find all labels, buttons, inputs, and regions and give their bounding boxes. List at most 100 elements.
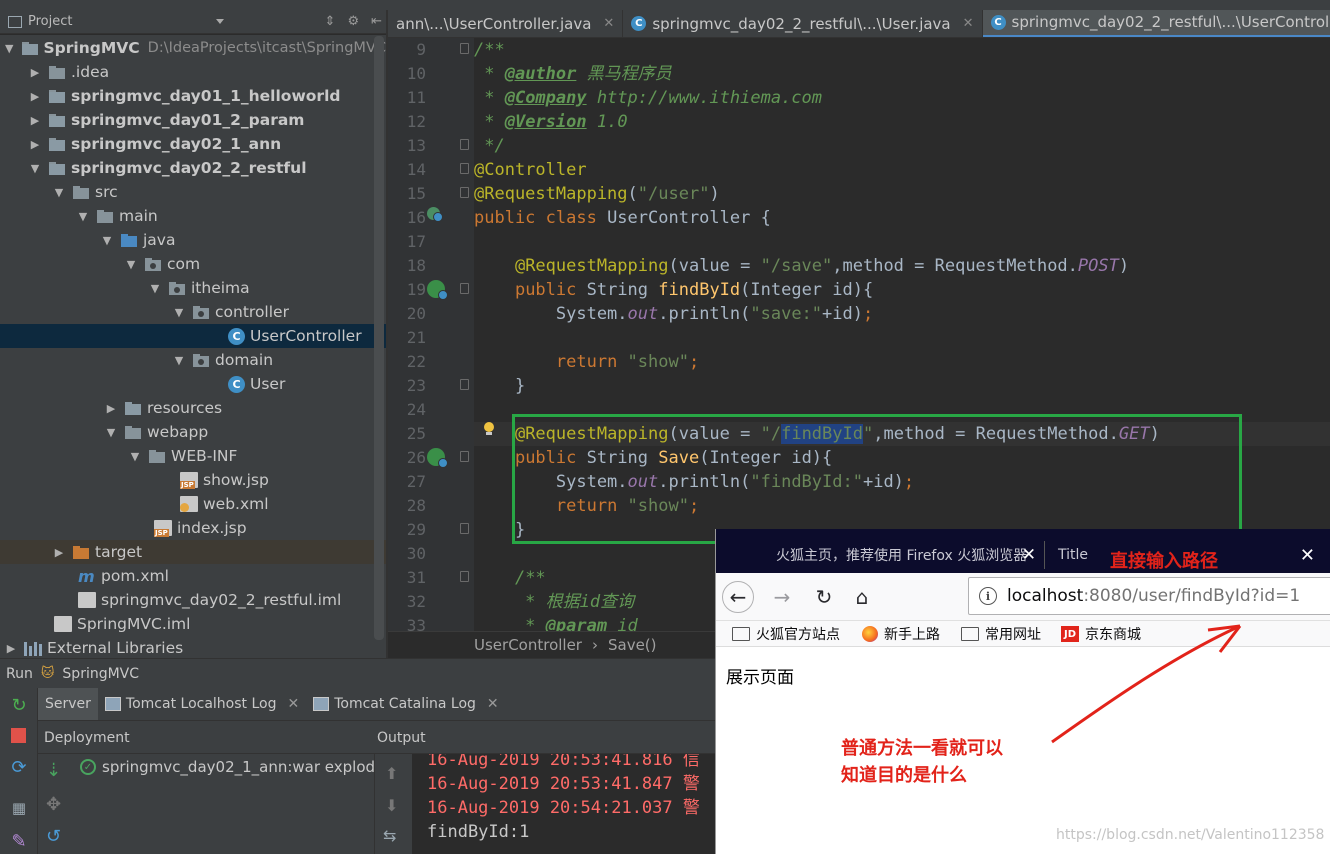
output-console[interactable]: 16-Aug-2019 20:53:41.816 信 16-Aug-2019 2… bbox=[412, 754, 715, 854]
tree-item-pom-xml[interactable]: m pom.xml bbox=[0, 564, 386, 588]
lightbulb-icon[interactable] bbox=[483, 422, 495, 436]
scroll-up-icon[interactable]: ⬆ bbox=[385, 764, 398, 783]
tab-restful-usercontroller[interactable]: C springmvc_day02_2_restful\...\UserCont… bbox=[982, 10, 1330, 37]
soft-wrap-icon[interactable]: ⇆ bbox=[383, 826, 396, 845]
bookmark-folder-common[interactable]: 常用网址 bbox=[961, 624, 1041, 644]
fold-marker-icon[interactable] bbox=[460, 523, 469, 534]
tree-item-day01-2[interactable]: ▶ springmvc_day01_2_param bbox=[0, 108, 386, 132]
deployment-item[interactable]: ✓ springmvc_day02_1_ann:war exploded bbox=[80, 758, 394, 776]
expanded-arrow-icon[interactable]: ▼ bbox=[76, 210, 90, 223]
expanded-arrow-icon[interactable]: ▼ bbox=[4, 42, 15, 55]
tree-item-web-inf[interactable]: ▼ WEB-INF bbox=[0, 444, 386, 468]
close-icon[interactable]: ✕ bbox=[603, 16, 614, 31]
chevron-down-icon[interactable] bbox=[216, 19, 224, 24]
close-icon[interactable]: ✕ bbox=[1022, 545, 1036, 565]
tree-item-user[interactable]: C User bbox=[0, 372, 386, 396]
tree-item-domain[interactable]: ▼ domain bbox=[0, 348, 386, 372]
tree-item-external-libraries[interactable]: ▶ External Libraries bbox=[0, 636, 386, 658]
expanded-arrow-icon[interactable]: ▼ bbox=[100, 234, 114, 247]
collapsed-arrow-icon[interactable]: ▶ bbox=[28, 114, 42, 127]
run-config-name[interactable]: SpringMVC bbox=[62, 666, 139, 682]
bookmark-getting-started[interactable]: 新手上路 bbox=[862, 624, 940, 644]
expanded-arrow-icon[interactable]: ▼ bbox=[52, 186, 66, 199]
rerun-icon[interactable]: ↻ bbox=[9, 696, 29, 716]
info-icon[interactable]: i bbox=[979, 587, 997, 605]
reload-button[interactable]: ↻ bbox=[808, 581, 840, 613]
collapsed-arrow-icon[interactable]: ▶ bbox=[28, 66, 42, 79]
expanded-arrow-icon[interactable]: ▼ bbox=[28, 162, 42, 175]
tree-item-day01-1[interactable]: ▶ springmvc_day01_1_helloworld bbox=[0, 84, 386, 108]
tree-item-day02-2[interactable]: ▼ springmvc_day02_2_restful bbox=[0, 156, 386, 180]
gear-icon[interactable]: ⚙ bbox=[347, 14, 359, 29]
expanded-arrow-icon[interactable]: ▼ bbox=[172, 354, 186, 367]
browser-tab-firefox-home[interactable]: 火狐主页，推荐使用 Firefox 火狐浏览器 ✕ bbox=[760, 537, 1040, 573]
back-button[interactable]: ← bbox=[722, 581, 754, 613]
move-icon[interactable]: ✥ bbox=[46, 794, 61, 815]
close-icon[interactable]: ✕ bbox=[1300, 545, 1315, 566]
tree-item-day02-1[interactable]: ▶ springmvc_day02_1_ann bbox=[0, 132, 386, 156]
tree-item-itheima[interactable]: ▼ itheima bbox=[0, 276, 386, 300]
tree-item-resources[interactable]: ▶ resources bbox=[0, 396, 386, 420]
deploy-icon[interactable]: ⇣ bbox=[46, 760, 61, 781]
fold-marker-icon[interactable] bbox=[460, 43, 469, 54]
expanded-arrow-icon[interactable]: ▼ bbox=[148, 282, 162, 295]
stop-icon[interactable] bbox=[9, 726, 29, 746]
bookmark-folder-firefox[interactable]: 火狐官方站点 bbox=[732, 624, 840, 644]
fold-marker-icon[interactable] bbox=[460, 283, 469, 294]
tree-item-springmvc[interactable]: ▼ SpringMVC D:\IdeaProjects\itcast\Sprin… bbox=[0, 36, 386, 60]
settings-icon[interactable]: ✎ bbox=[9, 832, 29, 852]
tab-ann-usercontroller[interactable]: ann\...\UserController.java ✕ bbox=[388, 10, 624, 37]
collapse-all-icon[interactable]: ⇕ bbox=[325, 14, 336, 29]
home-button[interactable]: ⌂ bbox=[846, 581, 878, 613]
tab-tomcat-localhost-log[interactable]: Tomcat Localhost Log ✕ bbox=[98, 688, 306, 720]
tree-item-usercontroller[interactable]: C UserController bbox=[0, 324, 386, 348]
fold-marker-icon[interactable] bbox=[460, 379, 469, 390]
close-icon[interactable]: ✕ bbox=[487, 696, 499, 712]
tree-item-main[interactable]: ▼ main bbox=[0, 204, 386, 228]
url-bar[interactable]: i localhost:8080/user/findById?id=1 bbox=[968, 577, 1330, 615]
project-view-selector[interactable]: Project bbox=[8, 14, 208, 29]
update-icon[interactable]: ⟳ bbox=[9, 758, 29, 778]
expanded-arrow-icon[interactable]: ▼ bbox=[128, 450, 142, 463]
fold-marker-icon[interactable] bbox=[460, 139, 469, 150]
spring-bean-icon[interactable] bbox=[427, 207, 443, 222]
collapsed-arrow-icon[interactable]: ▶ bbox=[4, 642, 18, 655]
tree-item-java[interactable]: ▼ java bbox=[0, 228, 386, 252]
breadcrumb-item-class[interactable]: UserController bbox=[474, 636, 582, 654]
tree-item-springmvc-iml[interactable]: SpringMVC.iml bbox=[0, 612, 386, 636]
fold-marker-icon[interactable] bbox=[460, 571, 469, 582]
tree-item-idea[interactable]: ▶ .idea bbox=[0, 60, 386, 84]
hide-panel-icon[interactable]: ⇤ bbox=[371, 14, 382, 29]
tree-item-restful-iml[interactable]: springmvc_day02_2_restful.iml bbox=[0, 588, 386, 612]
tree-item-index-jsp[interactable]: index.jsp bbox=[0, 516, 386, 540]
layout-icon[interactable]: ▦ bbox=[9, 798, 29, 818]
tab-user-java[interactable]: C springmvc_day02_2_restful\...\User.jav… bbox=[623, 10, 983, 37]
tab-tomcat-catalina-log[interactable]: Tomcat Catalina Log ✕ bbox=[306, 688, 505, 720]
fold-marker-icon[interactable] bbox=[460, 451, 469, 462]
spring-mapping-icon[interactable] bbox=[427, 280, 448, 300]
tab-server[interactable]: Server bbox=[38, 688, 98, 720]
fold-marker-icon[interactable] bbox=[460, 187, 469, 198]
tree-item-src[interactable]: ▼ src bbox=[0, 180, 386, 204]
tree-item-webapp[interactable]: ▼ webapp bbox=[0, 420, 386, 444]
tree-item-web-xml[interactable]: web.xml bbox=[0, 492, 386, 516]
scroll-down-icon[interactable]: ⬇ bbox=[385, 796, 398, 815]
collapsed-arrow-icon[interactable]: ▶ bbox=[52, 546, 66, 559]
expanded-arrow-icon[interactable]: ▼ bbox=[124, 258, 138, 271]
tree-item-controller[interactable]: ▼ controller bbox=[0, 300, 386, 324]
breadcrumb-item-method[interactable]: Save() bbox=[608, 636, 657, 654]
tree-item-show-jsp[interactable]: show.jsp bbox=[0, 468, 386, 492]
collapsed-arrow-icon[interactable]: ▶ bbox=[28, 90, 42, 103]
tree-item-target[interactable]: ▶ target bbox=[0, 540, 386, 564]
close-icon[interactable]: ✕ bbox=[963, 16, 974, 31]
collapsed-arrow-icon[interactable]: ▶ bbox=[104, 402, 118, 415]
tree-item-com[interactable]: ▼ com bbox=[0, 252, 386, 276]
redeploy-icon[interactable]: ↺ bbox=[46, 826, 61, 847]
expanded-arrow-icon[interactable]: ▼ bbox=[172, 306, 186, 319]
fold-marker-icon[interactable] bbox=[460, 163, 469, 174]
close-icon[interactable]: ✕ bbox=[287, 696, 299, 712]
project-scrollbar[interactable] bbox=[374, 36, 384, 640]
collapsed-arrow-icon[interactable]: ▶ bbox=[28, 138, 42, 151]
spring-mapping-icon[interactable] bbox=[427, 448, 448, 468]
forward-button[interactable]: → bbox=[766, 581, 798, 613]
